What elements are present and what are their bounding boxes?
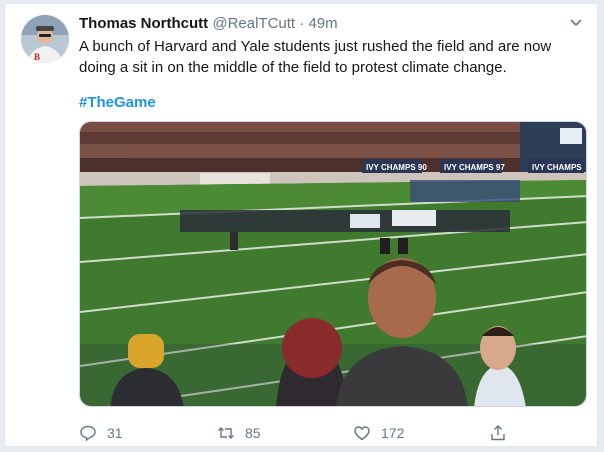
hashtag-link[interactable]: #TheGame — [79, 93, 156, 113]
like-button[interactable]: 172 — [353, 422, 404, 444]
action-bar: 31 85 172 — [79, 422, 529, 444]
tweet-card[interactable]: B Thomas Northcutt @RealTCutt · 49m A bu… — [4, 3, 598, 447]
reply-button[interactable]: 31 — [79, 422, 123, 444]
author-name[interactable]: Thomas Northcutt — [79, 15, 208, 32]
tweet-header: Thomas Northcutt @RealTCutt · 49m — [79, 14, 338, 34]
separator-dot: · — [299, 15, 305, 32]
reply-count: 31 — [107, 425, 123, 441]
retweet-count: 85 — [245, 425, 261, 441]
sign-text: IVY CHAMPS 97 — [444, 163, 505, 172]
like-count: 172 — [381, 425, 405, 441]
timestamp[interactable]: 49m — [308, 15, 337, 32]
heart-icon — [354, 426, 370, 441]
share-icon — [491, 425, 505, 441]
sign-text: IVY CHAMPS — [532, 163, 582, 172]
tweet-text: A bunch of Harvard and Yale students jus… — [79, 38, 552, 76]
svg-text:B: B — [34, 52, 40, 62]
avatar[interactable]: B — [21, 15, 69, 63]
author-handle[interactable]: @RealTCutt — [212, 15, 295, 32]
tweet-media-image[interactable]: IVY CHAMPS 90 IVY CHAMPS 97 IVY CHAMPS — [79, 121, 587, 407]
chevron-down-icon[interactable] — [569, 16, 583, 30]
reply-icon — [80, 425, 96, 442]
retweet-icon — [218, 427, 234, 439]
share-button[interactable] — [489, 422, 517, 444]
retweet-button[interactable]: 85 — [217, 422, 261, 444]
sign-text: IVY CHAMPS 90 — [366, 163, 427, 172]
